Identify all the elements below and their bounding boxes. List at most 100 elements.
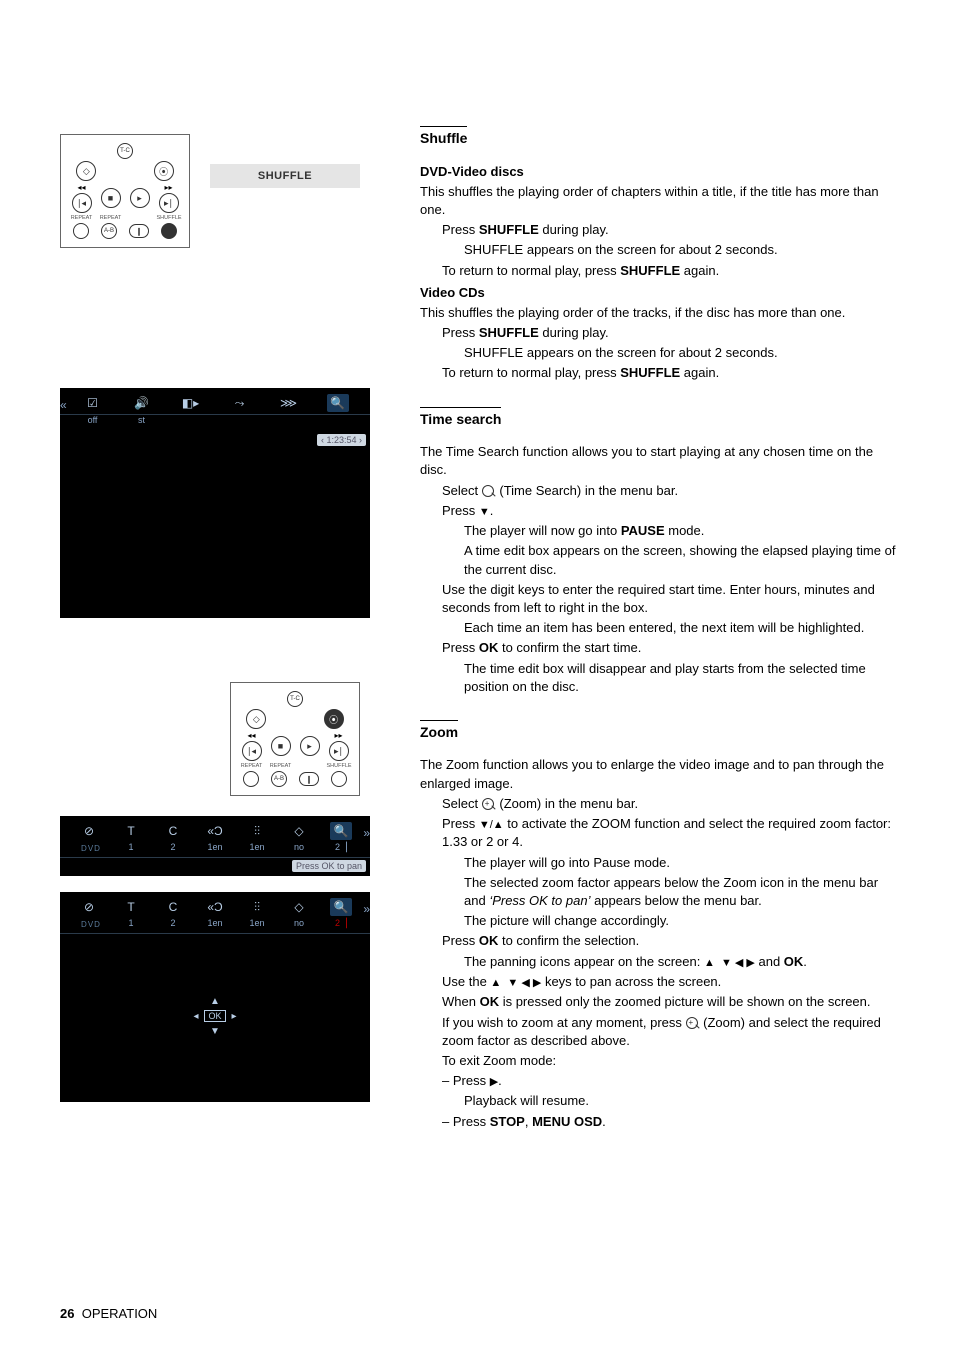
off-label: off <box>80 415 106 425</box>
zoom-op-a: When <box>442 994 480 1009</box>
vcd-head: Video CDs <box>420 284 900 302</box>
circle-icon-1 <box>73 223 89 239</box>
row2-val-3: 1en <box>202 918 228 929</box>
row-val-3: 1en <box>202 842 228 853</box>
timesearch-menu-icon: 🔍 <box>327 394 349 412</box>
zoom-menu-osd: MENU OSD <box>532 1114 602 1129</box>
zoom-into-pause: The player will go into Pause mode. <box>420 854 900 872</box>
zoom-small-icon: ⦿ <box>154 161 174 181</box>
ts-digits: Use the digit keys to enter the required… <box>420 581 900 617</box>
zoom-zf-a: Press <box>442 816 479 831</box>
ts-pause-a: The player will now go into <box>464 523 621 538</box>
tc-icon-2: T-C <box>287 691 303 707</box>
play-icon-2: ▸ <box>300 736 320 756</box>
shuffle-title: Shuffle <box>420 126 467 149</box>
zoom-pu-b: keys to pan across the screen. <box>541 974 721 989</box>
row2-val-6: 2▕ <box>328 918 354 929</box>
return-b-1: again. <box>680 263 719 278</box>
ts-ok-a: Press <box>442 640 479 655</box>
stop-icon-2: ■ <box>271 736 291 756</box>
arrow-left-icon: « <box>60 398 67 412</box>
zoom-wish-a: If you wish to zoom at any moment, press <box>442 1015 686 1030</box>
title-icon: T <box>120 822 142 840</box>
angle-icon: ◇ <box>288 822 310 840</box>
down-arrow-icon: ▼ <box>479 506 490 518</box>
ts-highlight: Each time an item has been entered, the … <box>420 619 900 637</box>
arrow-down-icon: ▼ <box>210 1026 220 1037</box>
ffwd-icon: ⋙ <box>278 394 300 412</box>
ts-ok-b: to confirm the start time. <box>498 640 641 655</box>
row-val-1: 1 <box>118 842 144 853</box>
next-icon-2: ▸∣ <box>329 741 349 761</box>
angle-icon-2: ◇ <box>288 898 310 916</box>
ab-icon-2: A-B <box>271 771 287 787</box>
stop-icon: ■ <box>101 188 121 208</box>
chapter-icon: C <box>162 822 184 840</box>
repeat-label-1: REPEAT <box>70 215 94 221</box>
diamond-icon: ◇ <box>76 161 96 181</box>
timesearch-screen: « ☑ 🔊 ◧▸ ⤳ ⋙ 🔍 off st ‹ 1:23:54 › <box>60 388 370 618</box>
row-val-6: 2▕ <box>328 842 354 853</box>
arrow-up-icon: ▲ <box>210 996 220 1007</box>
zoom-exit: To exit Zoom mode: <box>420 1052 900 1070</box>
audio-icon-2: «Ɔ <box>204 898 226 916</box>
zoom-press-play: – Press <box>442 1073 490 1088</box>
prev-icon: ∣◂ <box>72 193 92 213</box>
slow-icon: ⤳ <box>229 394 251 412</box>
return-a-2: To return to normal play, press <box>442 365 620 380</box>
circle-icon-3 <box>331 771 347 787</box>
zoom-screen-1: ⊘ T C «Ɔ ⫶⫶ ◇ 🔍 DVD 1 2 1en 1en no 2▕ » … <box>60 816 370 876</box>
globe-icon: ⊘ <box>78 822 100 840</box>
zoom-highlight-icon: ⦿ <box>324 709 344 729</box>
globe-icon-2: ⊘ <box>78 898 100 916</box>
play-icon: ▸ <box>130 188 150 208</box>
shuffle-bold-1: SHUFFLE <box>479 222 539 237</box>
shuffle-highlight-icon <box>161 223 177 239</box>
zoom-okc-a: Press <box>442 933 479 948</box>
row2-val-1: 1 <box>118 918 144 929</box>
diamond-icon-2: ◇ <box>246 709 266 729</box>
zoom-ps-a: – Press <box>442 1114 490 1129</box>
footer: 26 OPERATION <box>60 1306 157 1321</box>
return-a-1: To return to normal play, press <box>442 263 620 278</box>
time-box: ‹ 1:23:54 › <box>317 434 366 446</box>
during-play-1: during play. <box>539 222 609 237</box>
chapter-icon-2: C <box>162 898 184 916</box>
row2-val-2: 2 <box>160 918 186 929</box>
down-up-arrows-icon: ▼/▲ <box>479 819 504 831</box>
repeat-label-2: REPEAT <box>99 215 123 221</box>
row2-val-5: no <box>286 918 312 929</box>
ts-disappear: The time edit box will disappear and pla… <box>420 660 900 696</box>
title-icon-2: T <box>120 898 142 916</box>
zoom-fa-b: appears below the menu bar. <box>590 893 761 908</box>
subtitle-icon: ⫶⫶ <box>246 822 268 840</box>
row-val-4: 1en <box>244 842 270 853</box>
zoom-ok-bold-2: OK <box>784 954 804 969</box>
zoom-picture-change: The picture will change accordingly. <box>420 912 900 930</box>
st-label: st <box>129 415 155 425</box>
prev-icon-2: ∣◂ <box>242 741 262 761</box>
ts-pause-bold: PAUSE <box>621 523 665 538</box>
zoom-comma: , <box>525 1114 532 1129</box>
circle-icon-2 <box>243 771 259 787</box>
dvd-intro: This shuffles the playing order of chapt… <box>420 183 900 219</box>
zoom-zf-b: to activate the ZOOM function and select… <box>442 816 891 849</box>
shuffle-bold-2: SHUFFLE <box>620 263 680 278</box>
shuffle-button-label: SHUFFLE <box>210 164 360 188</box>
shuffle-label-2: SHUFFLE <box>327 763 351 769</box>
ts-ok-bold: OK <box>479 640 499 655</box>
remote-diagram-zoom: T-C ◇ ⦿ ◂◂∣◂ ■ ▸ ▸▸▸∣ REPEAT REPEAT SHUF… <box>230 682 360 796</box>
remote-diagram-top: T-C ◇ ⦿ ◂◂∣◂ ■ ▸ ▸▸▸∣ REPEAT REPEAT SHUF… <box>60 134 190 248</box>
repeat-label-4: REPEAT <box>269 763 293 769</box>
tc-icon: T-C <box>117 143 133 159</box>
zoom-fa-it: ‘Press OK to pan’ <box>489 893 590 908</box>
page-number: 26 <box>60 1306 74 1321</box>
zoom-ok-bold-3: OK <box>480 994 500 1009</box>
ts-intro: The Time Search function allows you to s… <box>420 443 900 479</box>
shuffle-label: SHUFFLE <box>157 215 181 221</box>
zoom-select-a: Select <box>442 796 482 811</box>
pause-icon-2: ∥ <box>299 772 319 786</box>
zoom-title: Zoom <box>420 720 458 743</box>
zoom-op-b: is pressed only the zoomed picture will … <box>499 994 870 1009</box>
press-ok-label: Press OK to pan <box>292 860 366 872</box>
